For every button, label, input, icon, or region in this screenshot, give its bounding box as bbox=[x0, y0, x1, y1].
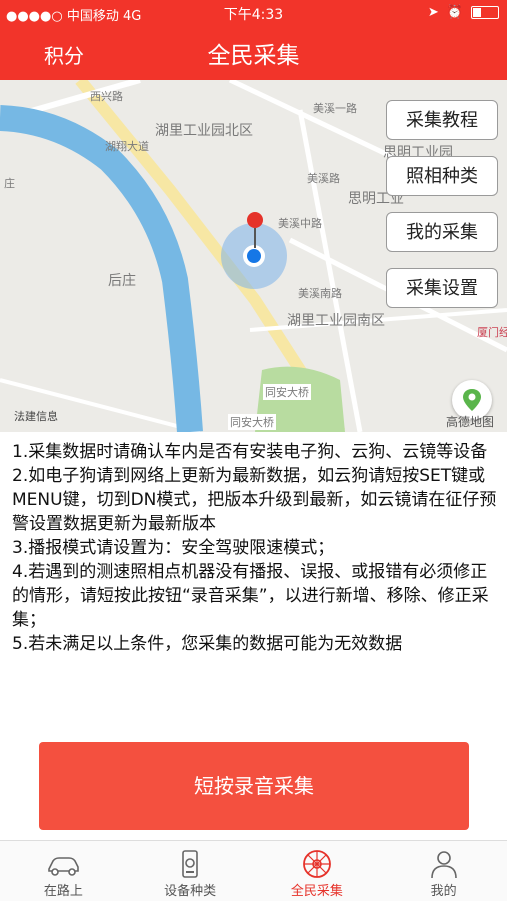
current-location-dot bbox=[247, 249, 261, 263]
collection-tutorial-button[interactable]: 采集教程 bbox=[386, 100, 498, 140]
device-icon bbox=[182, 850, 198, 878]
collection-settings-button[interactable]: 采集设置 bbox=[386, 268, 498, 308]
red-pin-icon[interactable] bbox=[247, 212, 263, 228]
person-icon bbox=[430, 851, 457, 879]
tab-me[interactable]: 我的 bbox=[380, 841, 507, 901]
map-label: 庄 bbox=[4, 177, 15, 190]
instruction-item: 2.如电子狗请到网络上更新为最新数据，如云狗请短按SET键或MENU键，切到DN… bbox=[12, 466, 497, 534]
instruction-item: 3.播报模式请设置为：安全驾驶限速模式； bbox=[12, 538, 335, 558]
status-bar: ●●●●○ 中国移动 4G 下午4:33 ➤ ⏰ bbox=[0, 0, 507, 26]
map-label: 同安大桥 bbox=[263, 384, 311, 400]
tab-label: 我的 bbox=[430, 884, 457, 899]
map-label: 法建信息 bbox=[14, 410, 58, 423]
map-label: 美溪路 bbox=[307, 172, 340, 185]
status-icons: ➤ ⏰ bbox=[428, 5, 499, 20]
map-view[interactable]: 西兴路 湖翔大道 湖里工业园北区 思明工业园 思明工业 美溪一路 美溪路 美溪中… bbox=[0, 80, 507, 432]
map-label: 西兴路 bbox=[90, 90, 123, 103]
map-label: 美溪南路 bbox=[298, 287, 342, 300]
map-label: 美溪中路 bbox=[278, 217, 322, 230]
page-title: 全民采集 bbox=[207, 43, 300, 69]
map-label: 同安大桥 bbox=[228, 414, 276, 430]
my-collections-button[interactable]: 我的采集 bbox=[386, 212, 498, 252]
voice-record-button[interactable]: 短按录音采集 bbox=[39, 742, 469, 830]
tab-label: 全民采集 bbox=[290, 884, 343, 899]
river bbox=[0, 105, 203, 432]
map-label: 美溪一路 bbox=[313, 102, 357, 115]
location-arrow-icon: ➤ bbox=[427, 5, 439, 20]
instruction-item: 1.采集数据时请确认车内是否有安装电子狗、云狗、云镜等设备 bbox=[12, 442, 488, 462]
collect-icon bbox=[302, 850, 331, 878]
map-attribution: 高德地图 bbox=[446, 415, 495, 429]
battery-icon bbox=[471, 6, 499, 19]
car-icon bbox=[48, 857, 80, 876]
tab-device-types[interactable]: 设备种类 bbox=[127, 841, 254, 901]
alarm-icon: ⏰ bbox=[446, 5, 463, 20]
instruction-item: 4.若遇到的测速照相点机器没有播报、误报、或报错有必须修正的情形，请短按此按钮“… bbox=[12, 562, 489, 630]
road bbox=[0, 378, 201, 432]
nav-bar: 积分 全民采集 bbox=[0, 26, 507, 80]
map-label: 厦门经 bbox=[477, 326, 507, 339]
tab-label: 在路上 bbox=[43, 884, 83, 899]
camera-types-button[interactable]: 照相种类 bbox=[386, 156, 498, 196]
tab-on-road[interactable]: 在路上 bbox=[0, 841, 127, 901]
tab-label: 设备种类 bbox=[164, 884, 217, 899]
instructions-text: 1.采集数据时请确认车内是否有安装电子狗、云狗、云镜等设备 2.如电子狗请到网络… bbox=[12, 440, 502, 656]
map-label: 湖翔大道 bbox=[105, 140, 149, 153]
tab-bar: 在路上 设备种类 全民采集 我的 bbox=[0, 840, 507, 901]
map-label: 后庄 bbox=[108, 273, 136, 289]
tab-collect[interactable]: 全民采集 bbox=[254, 841, 381, 901]
map-label: 湖里工业园北区 bbox=[155, 123, 253, 139]
map-label: 湖里工业园南区 bbox=[287, 313, 385, 329]
instruction-item: 5.若未满足以上条件，您采集的数据可能为无效数据 bbox=[12, 634, 403, 654]
